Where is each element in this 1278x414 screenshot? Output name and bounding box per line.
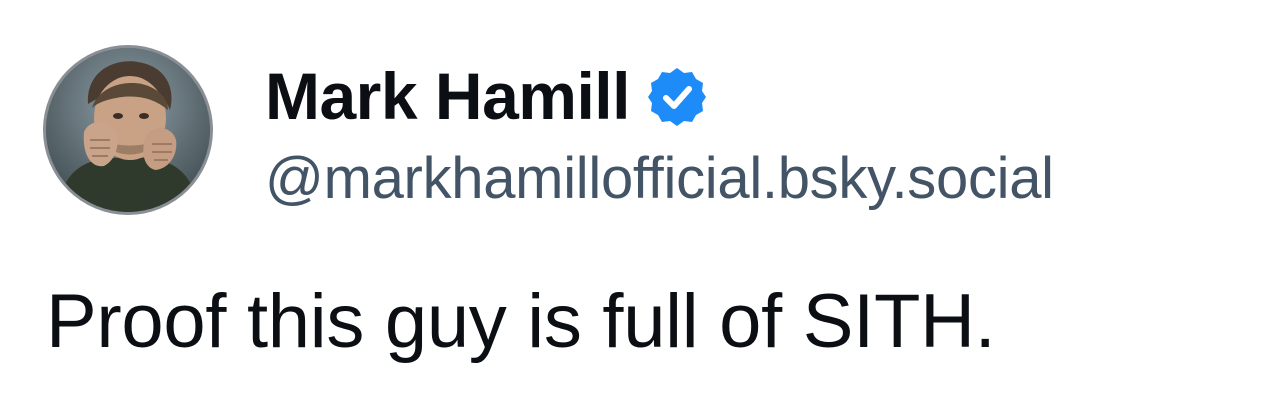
- avatar-photo: [46, 48, 210, 212]
- post-text: Proof this guy is full of SITH.: [46, 279, 996, 364]
- verified-badge-icon: [646, 66, 708, 128]
- author-name-row: Mark Hamill: [265, 58, 708, 134]
- author-display-name[interactable]: Mark Hamill: [265, 63, 630, 129]
- author-handle[interactable]: @markhamillofficial.bsky.social: [265, 150, 1054, 208]
- avatar[interactable]: [46, 48, 210, 212]
- post-card: Mark Hamill @markhamillofficial.bsky.soc…: [0, 0, 1278, 414]
